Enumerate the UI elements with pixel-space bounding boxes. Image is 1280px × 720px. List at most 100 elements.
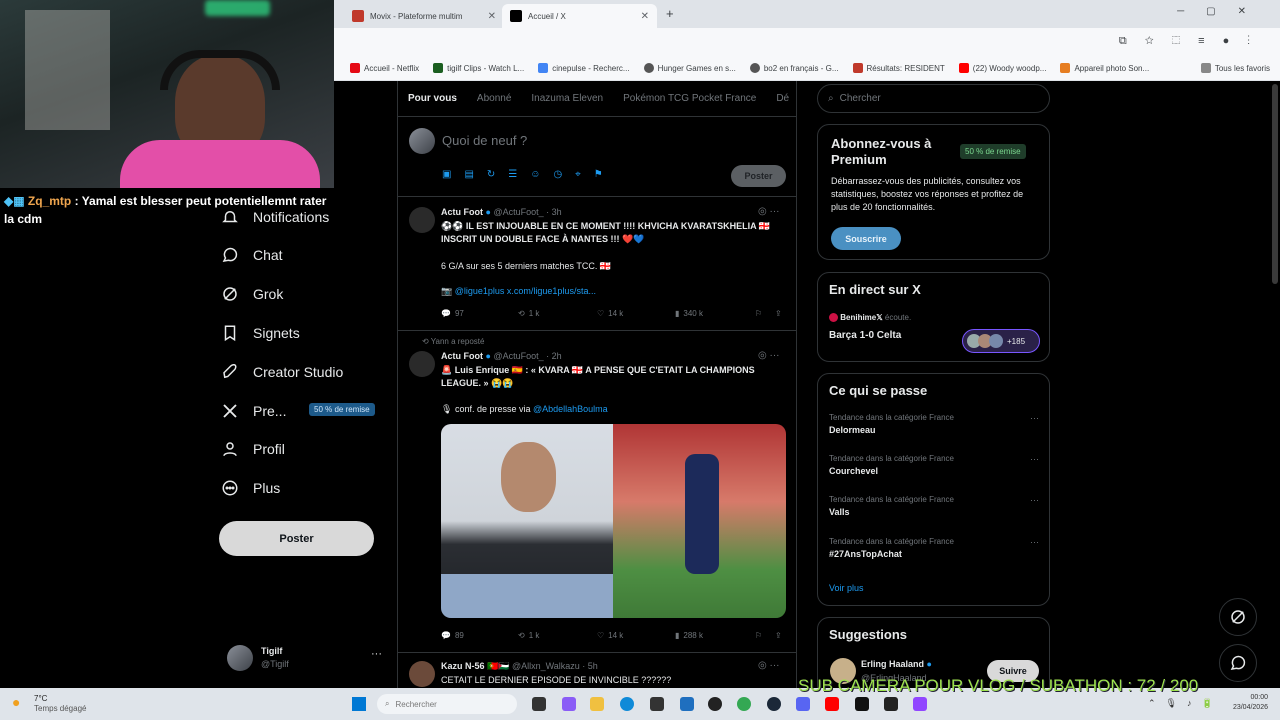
bookmark-item[interactable]: Résultats: RESIDENT xyxy=(852,63,945,73)
nav-premium[interactable]: Pre... xyxy=(221,402,286,420)
account-switcher[interactable]: Tigilf @Tigilf ··· xyxy=(227,644,387,674)
clock[interactable]: 00:00 23/04/2026 xyxy=(1224,694,1268,711)
all-bookmarks[interactable]: Tous les favoris xyxy=(1200,63,1280,73)
tweet-more-icon[interactable]: ◎ ··· xyxy=(758,350,780,361)
bookmark-item[interactable]: Accueil - Netflix xyxy=(350,63,419,73)
tweet-more-icon[interactable]: ◎ ··· xyxy=(758,206,780,217)
nav-post-button[interactable]: Poster xyxy=(219,521,374,556)
tab-following[interactable]: Abonné xyxy=(477,93,511,104)
taskbar-search[interactable]: ⌕ Rechercher xyxy=(377,694,517,714)
bookmark-button[interactable]: ⚐ xyxy=(755,309,775,318)
tweet-mention[interactable]: @ligue1plus xyxy=(455,286,505,296)
app-icon[interactable] xyxy=(650,697,664,711)
tweet-handle[interactable]: @ActuFoot_ · 3h xyxy=(493,207,561,217)
tab-movix[interactable]: Movix - Plateforme multim ✕ xyxy=(344,4,504,28)
app-icon[interactable] xyxy=(680,697,694,711)
nav-notifications[interactable]: Notifications xyxy=(221,208,329,226)
tweet-author[interactable]: Kazu N-56 🇵🇹🇵🇸 xyxy=(441,661,509,671)
tweet[interactable]: Actu Foot ● @ActuFoot_ · 3h ◎ ··· ⚽⚽ IL … xyxy=(398,197,796,331)
bookmark-item[interactable]: tigilf Clips - Watch L... xyxy=(433,63,524,73)
subscribe-button[interactable]: Souscrire xyxy=(831,227,901,250)
suggestion-name[interactable]: Erling Haaland xyxy=(861,659,924,669)
views-button[interactable]: ▮ 288 k xyxy=(675,631,755,640)
bookmark-item[interactable]: Hunger Games en s... xyxy=(643,63,736,73)
search-input[interactable]: ⌕ Chercher xyxy=(817,84,1050,113)
person-icon xyxy=(223,442,237,457)
nav-grok[interactable]: Grok xyxy=(221,285,283,303)
trend-item[interactable]: Tendance dans la catégorie France Courch… xyxy=(829,454,1039,476)
youtube-icon[interactable] xyxy=(825,697,839,711)
repost-button[interactable]: ⟲ 1 k xyxy=(518,309,597,318)
compose-post-button[interactable]: Poster xyxy=(731,165,786,187)
nav-chat[interactable]: Chat xyxy=(221,246,283,264)
tweet-author[interactable]: Actu Foot xyxy=(441,207,483,217)
scrollbar[interactable] xyxy=(1272,84,1278,284)
share-button[interactable]: ⇪ xyxy=(775,309,782,318)
new-tab-button[interactable]: + xyxy=(666,6,674,21)
tweet-author[interactable]: Actu Foot xyxy=(441,351,483,361)
nav-profile[interactable]: Profil xyxy=(221,440,285,458)
edge-icon[interactable] xyxy=(620,697,634,711)
compose-input[interactable]: Quoi de neuf ? xyxy=(442,133,527,148)
bookmark-item[interactable]: cinepulse - Recherc... xyxy=(538,63,630,73)
close-tab-icon[interactable]: ✕ xyxy=(488,11,496,22)
tab-more[interactable]: Dé xyxy=(776,93,789,104)
reply-button[interactable]: 💬 89 xyxy=(441,631,518,640)
tweet[interactable]: Kazu N-56 🇵🇹🇵🇸 @Allxn_Walkazu · 5h ◎ ···… xyxy=(398,653,796,688)
toolbar-icons[interactable]: ⧉☆⬚≡●⋮ xyxy=(1119,35,1268,48)
window-controls[interactable]: ─▢✕ xyxy=(1177,6,1268,17)
bookmark-item[interactable]: Appareil photo Son... xyxy=(1060,63,1149,73)
like-button[interactable]: ♡ 14 k xyxy=(597,309,675,318)
verified-icon: ● xyxy=(926,659,932,669)
live-host[interactable]: Benihime𝕏 xyxy=(840,313,882,322)
copilot-icon[interactable] xyxy=(562,697,576,711)
see-more-link[interactable]: Voir plus xyxy=(829,583,864,593)
steam-icon[interactable] xyxy=(767,697,781,711)
views-button[interactable]: ▮ 340 k xyxy=(675,309,755,318)
media-image-press-conference[interactable] xyxy=(441,424,613,618)
share-button[interactable]: ⇪ xyxy=(775,631,782,640)
app-icon[interactable] xyxy=(884,697,898,711)
start-button[interactable] xyxy=(352,697,366,711)
tab-x-home[interactable]: Accueil / X ✕ xyxy=(502,4,657,28)
trends-title: Ce qui se passe xyxy=(829,383,928,398)
tab-pokemon[interactable]: Pokémon TCG Pocket France xyxy=(623,93,756,104)
discord-icon[interactable] xyxy=(796,697,810,711)
tweet[interactable]: ⟲ Yann a reposté Actu Foot ● @ActuFoot_ … xyxy=(398,331,796,653)
taskview-icon[interactable] xyxy=(532,697,546,711)
reply-button[interactable]: 💬 97 xyxy=(441,309,518,318)
media-image-player[interactable] xyxy=(613,424,786,618)
trend-item[interactable]: Tendance dans la catégorie France Valls … xyxy=(829,495,1039,517)
tab-for-you[interactable]: Pour vous xyxy=(408,93,457,104)
tweet-link[interactable]: x.com/ligue1plus/sta... xyxy=(507,286,596,296)
trend-item[interactable]: Tendance dans la catégorie France Delorm… xyxy=(829,413,1039,435)
chrome-icon[interactable] xyxy=(737,697,751,711)
verified-icon: ● xyxy=(485,207,491,217)
bookmark-item[interactable]: bo2 en français - G... xyxy=(749,63,839,73)
obs-icon[interactable] xyxy=(708,697,722,711)
file-explorer-icon[interactable] xyxy=(590,697,604,711)
grok-float-button[interactable] xyxy=(1219,598,1257,636)
nav-bookmarks[interactable]: Signets xyxy=(221,324,300,342)
tweet-mention[interactable]: @AbdellahBoulma xyxy=(533,404,608,414)
system-tray[interactable]: ⌃🎙♪🔋 xyxy=(1148,698,1223,709)
tweet-more-icon[interactable]: ◎ ··· xyxy=(758,660,780,671)
like-button[interactable]: ♡ 14 k xyxy=(597,631,675,640)
nav-more[interactable]: Plus xyxy=(221,479,280,497)
compose-tools[interactable]: ▣▤↻☰☺◷⌖⚑ xyxy=(442,169,616,180)
tiktok-icon[interactable] xyxy=(855,697,869,711)
live-event-title[interactable]: Barça 1-0 Celta xyxy=(829,330,901,341)
live-listeners[interactable]: +185 xyxy=(962,329,1040,353)
tweet-media[interactable] xyxy=(441,424,786,618)
trend-item[interactable]: Tendance dans la catégorie France #27Ans… xyxy=(829,537,1039,559)
tab-inazuma[interactable]: Inazuma Eleven xyxy=(531,93,603,104)
close-tab-icon[interactable]: ✕ xyxy=(641,11,649,22)
tweet-handle[interactable]: @ActuFoot_ · 2h xyxy=(493,351,561,361)
repost-button[interactable]: ⟲ 1 k xyxy=(518,631,597,640)
bookmark-item[interactable]: (22) Woody woodp... xyxy=(958,63,1046,73)
nav-creator-studio[interactable]: Creator Studio xyxy=(221,363,343,381)
tweet-handle[interactable]: @Allxn_Walkazu · 5h xyxy=(512,661,598,671)
twitch-icon[interactable] xyxy=(913,697,927,711)
search-icon: ⌕ xyxy=(385,699,390,708)
bookmark-button[interactable]: ⚐ xyxy=(755,631,775,640)
